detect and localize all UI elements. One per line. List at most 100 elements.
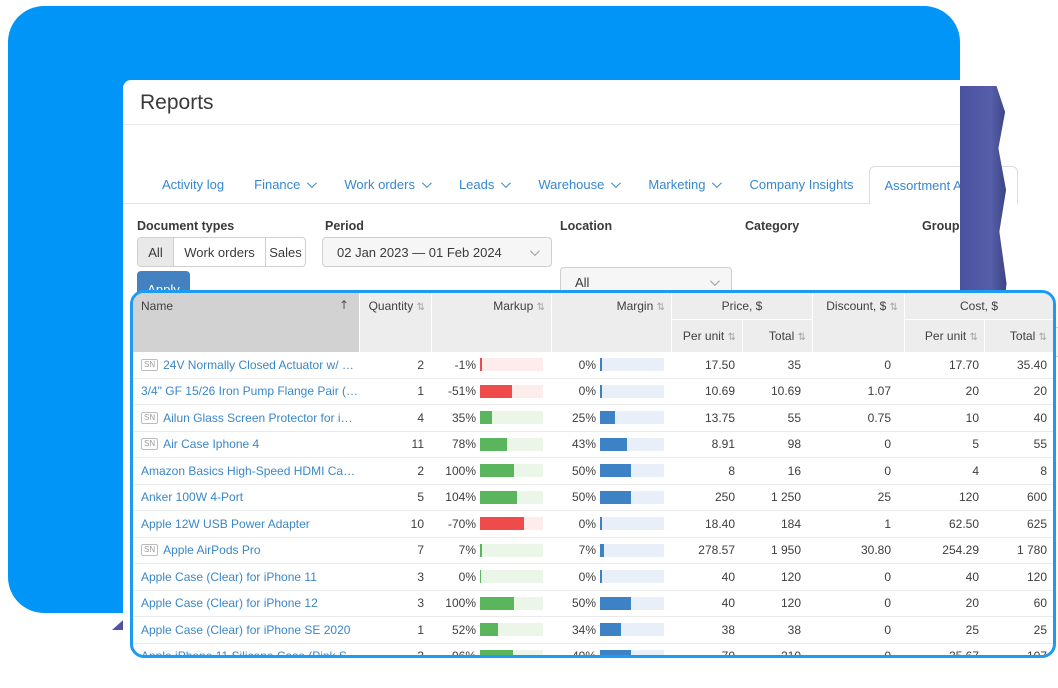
- tab-company-insights[interactable]: Company Insights: [734, 166, 868, 203]
- discount-cell: 30.80: [813, 543, 905, 557]
- cost-per-unit-cell: 4: [905, 464, 985, 478]
- product-link[interactable]: Apple 12W USB Power Adapter: [141, 517, 310, 531]
- markup-cell: 104%: [432, 490, 552, 504]
- bar-track: [480, 597, 543, 610]
- tab-label: Marketing: [648, 177, 705, 192]
- quantity-cell: 2: [360, 358, 432, 372]
- bar-track: [480, 411, 543, 424]
- product-name-cell: SN24V Normally Closed Actuator w/ aux. s…: [133, 358, 360, 372]
- cost-total-cell: 8: [985, 464, 1053, 478]
- margin-value: 25%: [572, 411, 596, 425]
- discount-cell: 1.07: [813, 384, 905, 398]
- chevron-down-icon: [710, 276, 720, 286]
- discount-cell: 1: [813, 517, 905, 531]
- period-select[interactable]: 02 Jan 2023 — 01 Feb 2024: [322, 237, 552, 267]
- markup-cell: 0%: [432, 570, 552, 584]
- cost-total-cell: 600: [985, 490, 1053, 504]
- product-name-cell: Apple Case (Clear) for iPhone SE 2020: [133, 623, 360, 637]
- price-total-cell: 1 250: [743, 490, 813, 504]
- price-total-cell: 120: [743, 570, 813, 584]
- markup-value: 96%: [452, 649, 476, 658]
- cost-per-unit-cell: 120: [905, 490, 985, 504]
- table-row: Apple 12W USB Power Adapter10-70%0%18.40…: [133, 511, 1053, 538]
- product-link[interactable]: Apple iPhone 11 Silicone Case (Pink Sand…: [141, 649, 360, 658]
- markup-cell: 7%: [432, 543, 552, 557]
- product-name-cell: SNApple AirPods Pro: [133, 543, 360, 557]
- tab-activity-log[interactable]: Activity log: [147, 166, 239, 203]
- table-row: SNApple AirPods Pro77%7%278.571 95030.80…: [133, 538, 1053, 565]
- product-link[interactable]: Apple Case (Clear) for iPhone 12: [141, 596, 318, 610]
- bar-track: [600, 491, 664, 504]
- column-header-quantity[interactable]: Quantity ⇅: [360, 293, 432, 352]
- bar-fill: [480, 438, 507, 451]
- column-header-cost-total[interactable]: Total ⇅: [985, 319, 1053, 352]
- column-header-price-total[interactable]: Total ⇅: [743, 319, 813, 352]
- column-header-markup[interactable]: Markup ⇅: [432, 293, 552, 352]
- product-link[interactable]: Anker 100W 4-Port: [141, 490, 243, 504]
- tab-label: Leads: [459, 177, 494, 192]
- tab-marketing[interactable]: Marketing: [633, 166, 734, 203]
- product-name-cell: Apple Case (Clear) for iPhone 11: [133, 570, 360, 584]
- chevron-down-icon: [307, 178, 317, 188]
- price-total-cell: 38: [743, 623, 813, 637]
- chevron-down-icon: [712, 178, 722, 188]
- bar-track: [600, 623, 664, 636]
- markup-cell: 96%: [432, 649, 552, 658]
- table-row: Amazon Basics High-Speed HDMI Cable For …: [133, 458, 1053, 485]
- bar-fill: [600, 411, 615, 424]
- price-total-cell: 184: [743, 517, 813, 531]
- product-link[interactable]: Apple AirPods Pro: [163, 543, 260, 557]
- sort-icon: ⇅: [890, 302, 898, 313]
- markup-cell: 100%: [432, 464, 552, 478]
- product-link[interactable]: Amazon Basics High-Speed HDMI Cable For …: [141, 464, 360, 478]
- tab-leads[interactable]: Leads: [444, 166, 523, 203]
- margin-cell: 50%: [552, 596, 672, 610]
- document-type-option-all[interactable]: All: [138, 238, 173, 266]
- product-link[interactable]: 24V Normally Closed Actuator w/ aux. swi…: [163, 358, 360, 372]
- quantity-cell: 11: [360, 437, 432, 451]
- document-type-option-work-orders[interactable]: Work orders: [173, 238, 265, 266]
- table-row: 3/4" GF 15/26 Iron Pump Flange Pair (NPT…: [133, 379, 1053, 406]
- location-label: Location: [560, 219, 612, 233]
- product-link[interactable]: Ailun Glass Screen Protector for iPhone …: [163, 411, 360, 425]
- page: Reports Activity logFinanceWork ordersLe…: [0, 0, 1058, 688]
- column-header-cost-per-unit[interactable]: Per unit ⇅: [905, 319, 985, 352]
- quantity-cell: 7: [360, 543, 432, 557]
- price-total-cell: 210: [743, 649, 813, 658]
- cost-total-cell: 20: [985, 384, 1053, 398]
- column-header-discount[interactable]: Discount, $ ⇅: [813, 293, 905, 352]
- discount-cell: 0: [813, 437, 905, 451]
- table-row: Apple Case (Clear) for iPhone SE 2020152…: [133, 617, 1053, 644]
- bar-fill: [480, 464, 514, 477]
- bar-fill: [480, 623, 498, 636]
- product-link[interactable]: Apple Case (Clear) for iPhone 11: [141, 570, 317, 584]
- markup-value: -1%: [455, 358, 476, 372]
- tab-label: Finance: [254, 177, 300, 192]
- tab-work-orders[interactable]: Work orders: [329, 166, 444, 203]
- markup-cell: -70%: [432, 517, 552, 531]
- product-link[interactable]: 3/4" GF 15/26 Iron Pump Flange Pair (NPT…: [141, 384, 360, 398]
- markup-cell: 35%: [432, 411, 552, 425]
- table-header: Name ↑ Quantity ⇅ Markup ⇅ Margin ⇅ Pric…: [133, 293, 1053, 352]
- markup-cell: 78%: [432, 437, 552, 451]
- margin-cell: 0%: [552, 358, 672, 372]
- discount-cell: 0: [813, 570, 905, 584]
- column-header-name[interactable]: Name ↑: [133, 293, 360, 352]
- tab-finance[interactable]: Finance: [239, 166, 329, 203]
- column-group-cost: Cost, $: [905, 293, 1053, 319]
- bar-fill: [600, 544, 604, 557]
- column-header-price-per-unit[interactable]: Per unit ⇅: [672, 319, 743, 352]
- margin-value: 0%: [579, 384, 596, 398]
- product-name-cell: Apple 12W USB Power Adapter: [133, 517, 360, 531]
- sort-icon: ⇅: [798, 332, 806, 343]
- column-header-margin[interactable]: Margin ⇅: [552, 293, 672, 352]
- product-link[interactable]: Air Case Iphone 4: [163, 437, 259, 451]
- document-type-option-sales[interactable]: Sales: [265, 238, 305, 266]
- markup-value: 35%: [452, 411, 476, 425]
- cost-per-unit-cell: 62.50: [905, 517, 985, 531]
- bar-track: [480, 650, 543, 658]
- serial-number-badge: SN: [141, 412, 158, 424]
- product-link[interactable]: Apple Case (Clear) for iPhone SE 2020: [141, 623, 350, 637]
- tab-warehouse[interactable]: Warehouse: [523, 166, 633, 203]
- tab-label: Work orders: [344, 177, 415, 192]
